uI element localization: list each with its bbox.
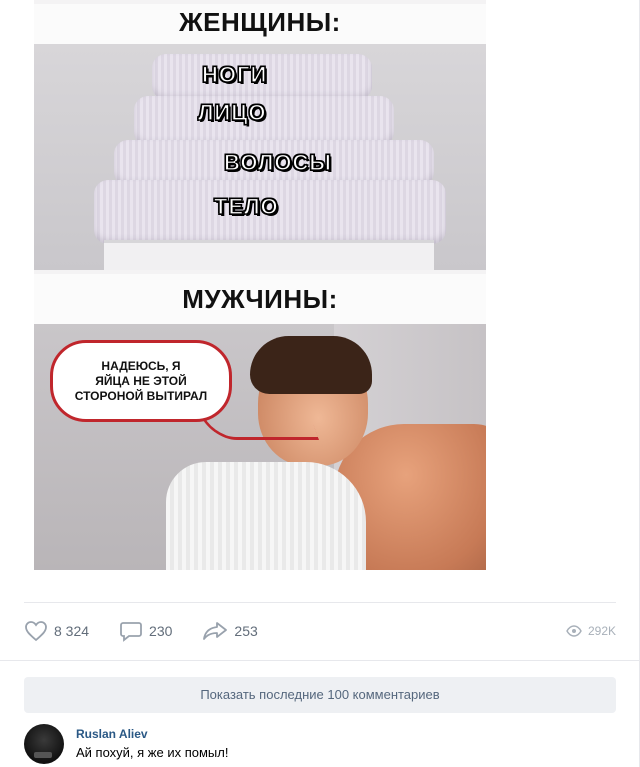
man-hair	[250, 336, 372, 394]
divider	[24, 602, 616, 603]
show-comments-button[interactable]: Показать последние 100 комментариев	[24, 677, 616, 713]
speech-line: НАДЕЮСЬ, Я	[101, 358, 181, 373]
towel-label-hair: ВОЛОСЫ	[223, 149, 332, 175]
comment-author-link[interactable]: Ruslan Aliev	[76, 726, 228, 742]
comment-bubble-icon	[120, 622, 142, 642]
speech-line: ЯЙЦА НЕ ЭТОЙ	[95, 373, 187, 388]
speech-bubble-tail	[198, 412, 320, 440]
share-arrow-icon	[203, 622, 228, 640]
views-count: 292K	[587, 624, 616, 638]
speech-line: СТОРОНОЙ ВЫТИРАЛ	[74, 388, 208, 403]
meme-caption-men: МУЖЧИНЫ:	[34, 274, 486, 324]
meme-image[interactable]: ЖЕНЩИНЫ: НОГИ ЛИЦО ВОЛОСЫ ТЕЛО МУЖЧИНЫ: …	[34, 0, 486, 570]
meme-caption-women: ЖЕНЩИНЫ:	[34, 4, 486, 44]
comment-count: 230	[149, 623, 173, 639]
comment: Ruslan Aliev Ай похуй, я же их помыл!	[24, 724, 616, 767]
towel-label-legs: НОГИ	[201, 61, 268, 87]
share-button[interactable]: 253	[202, 620, 258, 642]
like-count: 8 324	[54, 623, 90, 639]
views-counter: 292K	[566, 624, 616, 638]
avatar[interactable]	[24, 724, 64, 764]
towel-label-face: ЛИЦО	[197, 99, 267, 125]
section-separator	[0, 660, 640, 661]
towels-panel: НОГИ ЛИЦО ВОЛОСЫ ТЕЛО	[34, 44, 486, 270]
man-panel: НАДЕЮСЬ, Я ЯЙЦА НЕ ЭТОЙ СТОРОНОЙ ВЫТИРАЛ	[34, 324, 486, 570]
like-button[interactable]: 8 324	[24, 620, 89, 642]
comment-button[interactable]: 230	[119, 620, 172, 642]
heart-icon	[25, 621, 47, 642]
eye-icon	[566, 625, 582, 637]
towel-label-body: ТЕЛО	[213, 193, 279, 219]
comment-text: Ай похуй, я же их помыл!	[76, 745, 229, 760]
post-card: ЖЕНЩИНЫ: НОГИ ЛИЦО ВОЛОСЫ ТЕЛО МУЖЧИНЫ: …	[0, 0, 640, 767]
share-count: 253	[234, 623, 258, 639]
shelf	[104, 240, 434, 270]
white-towel	[166, 462, 366, 570]
comment-body: Ruslan Aliev Ай похуй, я же их помыл!	[76, 724, 228, 767]
post-actions: 8 324 230 253 292K	[24, 616, 616, 646]
speech-bubble: НАДЕЮСЬ, Я ЯЙЦА НЕ ЭТОЙ СТОРОНОЙ ВЫТИРАЛ	[50, 340, 232, 422]
